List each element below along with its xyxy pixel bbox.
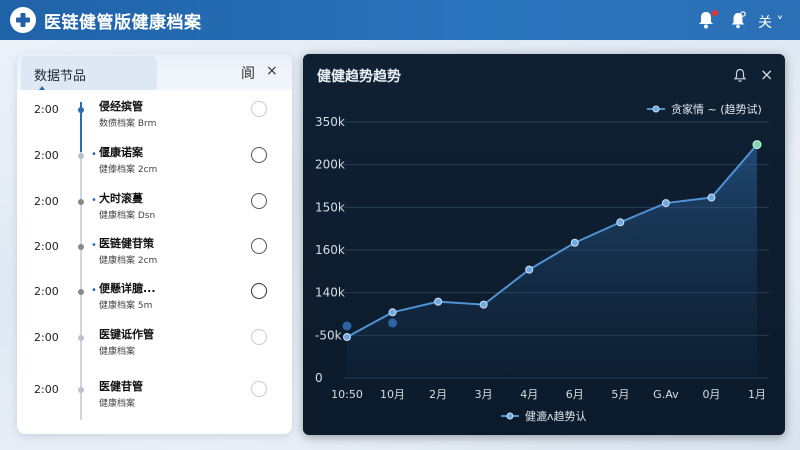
trend-line-chart: 0 -50k 140k 160k 150k 200k 350k 10:50 10月 2月 3月 4月 6…	[315, 102, 769, 423]
item-subtitle: 健康档案 5m	[99, 301, 153, 311]
y-tick-label: 0	[315, 371, 323, 385]
x-tick-label: 4月	[520, 388, 538, 401]
item-checkbox[interactable]	[251, 238, 267, 254]
x-tick-label: 5月	[611, 388, 629, 401]
data-point	[525, 265, 534, 274]
data-list-panel: 数据节品 阆 × 2:00 侵经摈管 数偾档案 Brm 2:00 • 偃康诺案 …	[17, 54, 292, 434]
list-item[interactable]: 2:00 • 偃康诺案 健傣档案 2cm	[17, 146, 292, 193]
item-time: 2:00	[34, 149, 59, 162]
chart-close-button[interactable]: ×	[760, 65, 773, 84]
secondary-data-point	[342, 321, 352, 331]
panel-header: 数据节品 阆 ×	[17, 54, 292, 90]
list-item[interactable]: 2:00 • 便懸详臆... 健康档案 5m	[17, 282, 292, 329]
x-tick-label: 6月	[566, 388, 584, 401]
item-subtitle: 健康档案	[99, 399, 136, 409]
timeline-dot	[78, 153, 84, 159]
item-checkbox[interactable]	[251, 283, 267, 299]
item-time: 2:00	[34, 383, 59, 396]
x-tick-label: 0月	[702, 388, 720, 401]
data-point	[661, 199, 670, 208]
app-title: 医链健管版健康档案	[44, 13, 202, 33]
y-tick-label: 160k	[315, 243, 345, 257]
data-point	[616, 218, 625, 227]
y-tick-label: 150k	[315, 200, 345, 214]
item-checkbox[interactable]	[251, 193, 267, 209]
list-item[interactable]: 2:00 医键诋作管 健康档案	[17, 328, 292, 375]
legend-bottom-marker	[506, 412, 514, 420]
legend-bottom-label: 健漉ʌ趋势认	[525, 409, 587, 423]
legend-top-label: 贪家情 ~ (趋势试)	[671, 102, 762, 116]
settings-bell-icon[interactable]	[728, 10, 750, 32]
data-point	[752, 140, 762, 150]
item-time: 2:00	[34, 285, 59, 298]
data-point	[570, 238, 579, 247]
list-item[interactable]: 2:00 • 大时滚蔓 健康档案 Dsn	[17, 192, 292, 239]
item-time: 2:00	[34, 195, 59, 208]
item-title: 医键诋作管	[99, 328, 154, 341]
tab-marker-icon	[39, 86, 45, 90]
data-point	[707, 193, 716, 202]
item-time: 2:00	[34, 240, 59, 253]
item-title: 便懸详臆...	[99, 282, 156, 295]
data-point	[343, 333, 351, 342]
timeline-dot	[78, 244, 84, 250]
list-item[interactable]: 2:00 • 医链健苷策 健康档案 2cm	[17, 237, 292, 284]
item-subtitle: 健康档案	[99, 347, 136, 357]
timeline-dot	[78, 107, 84, 113]
panel-title: 数据节品	[34, 69, 87, 84]
item-bullet: •	[91, 195, 97, 206]
item-checkbox[interactable]	[251, 381, 267, 397]
panel-close-button[interactable]: ×	[266, 63, 278, 79]
item-bullet: •	[91, 149, 97, 160]
x-tick-label: 10月	[380, 388, 405, 401]
user-menu-dropdown[interactable]: 关 ˅	[758, 12, 783, 32]
item-checkbox[interactable]	[251, 329, 267, 345]
tab-data[interactable]: 数据节品	[21, 56, 157, 90]
secondary-data-point	[388, 318, 398, 328]
chart-title: 健健趋势趋势	[317, 69, 401, 85]
list-item[interactable]: 2:00 医健苷管 健康档案	[17, 380, 292, 427]
notification-badge	[712, 10, 718, 16]
item-subtitle: 健康档案 2cm	[99, 256, 158, 266]
x-tick-label: 3月	[475, 388, 493, 401]
x-tick-label: 2月	[429, 388, 447, 401]
item-title: 医链健苷策	[99, 237, 154, 250]
item-title: 大时滚蔓	[99, 192, 143, 205]
item-time: 2:00	[34, 103, 59, 116]
app-header: 医链健管版健康档案 关 ˅	[0, 0, 800, 40]
item-title: 医健苷管	[99, 380, 143, 393]
y-tick-label: -50k	[315, 328, 342, 342]
series-area	[347, 144, 757, 378]
item-title: 偃康诺案	[99, 146, 143, 159]
y-tick-label: 140k	[315, 286, 345, 300]
list-item[interactable]: 2:00 侵经摈管 数偾档案 Brm	[17, 100, 292, 147]
x-tick-label: G.Av	[653, 388, 679, 401]
item-bullet: •	[91, 240, 97, 251]
timeline-dot	[78, 289, 84, 295]
x-tick-label: 10:50	[331, 388, 363, 401]
timeline-dot	[78, 335, 84, 341]
item-time: 2:00	[34, 331, 59, 344]
legend-top-marker	[652, 105, 660, 113]
y-tick-label: 350k	[315, 115, 345, 129]
timeline-dot	[78, 387, 84, 393]
panel-action-button[interactable]: 阆	[241, 63, 255, 83]
notification-bell-icon[interactable]	[697, 10, 719, 32]
item-subtitle: 健傣档案 2cm	[99, 165, 158, 175]
item-title: 侵经摈管	[99, 100, 143, 113]
item-bullet: •	[91, 285, 97, 296]
y-tick-label: 200k	[315, 158, 345, 172]
data-point	[388, 308, 397, 317]
timeline-dot	[78, 199, 84, 205]
chart-bell-icon[interactable]	[733, 68, 747, 87]
item-subtitle: 数偾档案 Brm	[99, 119, 157, 129]
data-point	[434, 297, 443, 306]
trend-chart-panel: 0 -50k 140k 160k 150k 200k 350k 10:50 10月 2月 3月 4月 6…	[303, 54, 785, 435]
item-checkbox[interactable]	[251, 101, 267, 117]
item-checkbox[interactable]	[251, 147, 267, 163]
x-tick-label: 1月	[748, 388, 766, 401]
item-subtitle: 健康档案 Dsn	[99, 211, 156, 221]
data-point	[479, 300, 488, 309]
logo-cross-icon	[10, 7, 36, 33]
